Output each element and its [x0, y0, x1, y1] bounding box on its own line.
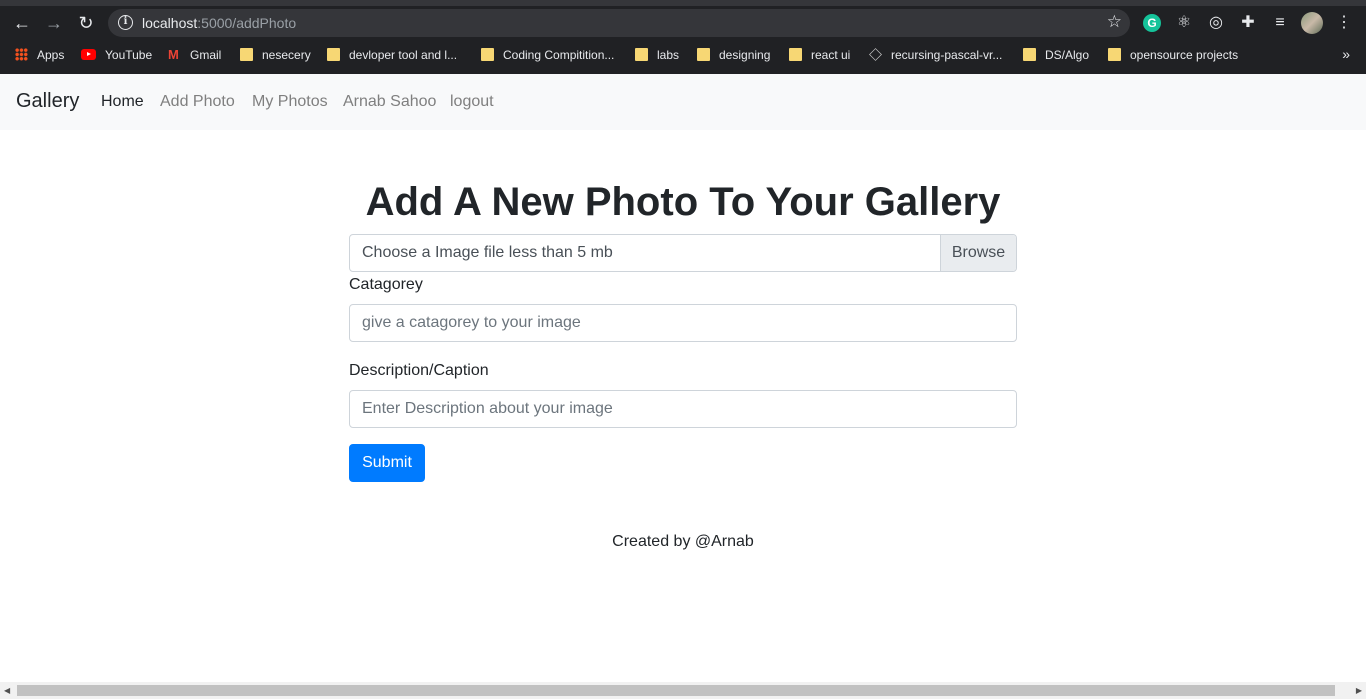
bookmark-label: labs: [657, 48, 680, 62]
bookmark-opensource-projects[interactable]: opensource projects: [1108, 46, 1238, 64]
bookmark-apps[interactable]: Apps: [15, 46, 64, 64]
menu-kebab-icon[interactable]: ⋮: [1334, 13, 1354, 33]
bookmark-label: opensource projects: [1130, 48, 1239, 62]
react-devtools-icon[interactable]: ⚛: [1174, 13, 1194, 33]
browser-chrome: ← → ↻ i localhost:5000/addPhoto ☆ G ⚛ ◎ …: [0, 0, 1366, 74]
category-input[interactable]: [349, 304, 1017, 342]
nav-link-my-photos[interactable]: My Photos: [252, 93, 328, 111]
footer-credit: Created by @Arnab: [612, 533, 754, 550]
nav-link-logout[interactable]: logout: [450, 93, 494, 111]
more-bookmarks-icon[interactable]: »: [1342, 46, 1350, 62]
bookmark-label: Coding Compitition...: [503, 48, 615, 62]
folder-icon: [635, 48, 648, 61]
bookmark-react-ui[interactable]: react ui: [789, 46, 850, 64]
bookmark-gmail[interactable]: M Gmail: [168, 46, 221, 64]
description-input[interactable]: [349, 390, 1017, 428]
bookmark-labs[interactable]: labs: [635, 46, 679, 64]
folder-icon: [1108, 48, 1121, 61]
target-extension-icon[interactable]: ◎: [1206, 13, 1226, 33]
bookmark-label: react ui: [811, 48, 851, 62]
bookmark-ds-algo[interactable]: DS/Algo: [1023, 46, 1089, 64]
file-input-label: Choose a Image file less than 5 mb: [362, 244, 613, 261]
bookmark-label: Gmail: [190, 48, 222, 62]
nav-link-add-photo[interactable]: Add Photo: [160, 93, 235, 111]
reload-icon[interactable]: ↻: [76, 13, 96, 33]
bookmark-label: devloper tool and l...: [349, 48, 458, 62]
nav-link-home[interactable]: Home: [101, 93, 144, 111]
youtube-icon: [81, 49, 96, 60]
folder-icon: [327, 48, 340, 61]
extensions-puzzle-icon[interactable]: ✚: [1238, 13, 1258, 33]
back-arrow-icon[interactable]: ←: [12, 13, 32, 33]
nav-link-user[interactable]: Arnab Sahoo: [343, 93, 436, 111]
scrollbar-thumb[interactable]: [17, 685, 1335, 696]
bookmark-youtube[interactable]: YouTube: [81, 46, 152, 64]
bookmark-label: DS/Algo: [1045, 48, 1090, 62]
folder-icon: [481, 48, 494, 61]
navbar: Gallery Home Add Photo My Photos Arnab S…: [0, 74, 1366, 130]
gmail-icon: M: [168, 47, 179, 62]
browse-button[interactable]: Browse: [940, 235, 1016, 271]
cube-icon: [869, 48, 882, 61]
file-input[interactable]: Choose a Image file less than 5 mb Brows…: [349, 234, 1017, 272]
bookmark-label: YouTube: [105, 48, 153, 62]
grammarly-extension-icon[interactable]: G: [1143, 14, 1161, 32]
bookmark-star-icon[interactable]: ☆: [1107, 12, 1122, 32]
bookmark-devloper-tool[interactable]: devloper tool and l...: [327, 46, 457, 64]
profile-avatar[interactable]: [1301, 12, 1323, 34]
folder-icon: [1023, 48, 1036, 61]
scroll-left-icon[interactable]: ◀: [4, 686, 10, 695]
folder-icon: [789, 48, 802, 61]
apps-grid-icon: [15, 48, 28, 61]
page-title: Add A New Photo To Your Gallery: [365, 180, 1001, 224]
navbar-brand[interactable]: Gallery: [16, 90, 79, 113]
media-queue-icon[interactable]: ≡: [1270, 13, 1290, 33]
url-path: :5000/addPhoto: [197, 15, 297, 31]
category-label: Catagorey: [349, 276, 423, 293]
bookmark-label: designing: [719, 48, 771, 62]
address-url[interactable]: localhost:5000/addPhoto: [142, 15, 296, 31]
bookmark-nesecery[interactable]: nesecery: [240, 46, 311, 64]
bookmark-designing[interactable]: designing: [697, 46, 770, 64]
bookmark-recursing-pascal[interactable]: recursing-pascal-vr...: [869, 46, 1002, 64]
description-label: Description/Caption: [349, 362, 489, 379]
submit-button[interactable]: Submit: [349, 444, 425, 482]
scroll-right-icon[interactable]: ▶: [1356, 686, 1362, 695]
tab-strip: [0, 0, 1366, 6]
bookmark-label: Apps: [37, 48, 65, 62]
address-bar[interactable]: i localhost:5000/addPhoto ☆: [108, 9, 1130, 37]
folder-icon: [240, 48, 253, 61]
bookmark-label: nesecery: [262, 48, 311, 62]
folder-icon: [697, 48, 710, 61]
horizontal-scrollbar[interactable]: ◀ ▶: [0, 682, 1366, 699]
bookmarks-bar: Apps YouTube M Gmail nesecery devloper to…: [0, 42, 1366, 68]
url-host: localhost: [142, 15, 198, 31]
bookmark-label: recursing-pascal-vr...: [891, 48, 1003, 62]
site-info-icon[interactable]: i: [118, 15, 133, 30]
bookmark-coding-compitition[interactable]: Coding Compitition...: [481, 46, 614, 64]
forward-arrow-icon[interactable]: →: [44, 13, 64, 33]
